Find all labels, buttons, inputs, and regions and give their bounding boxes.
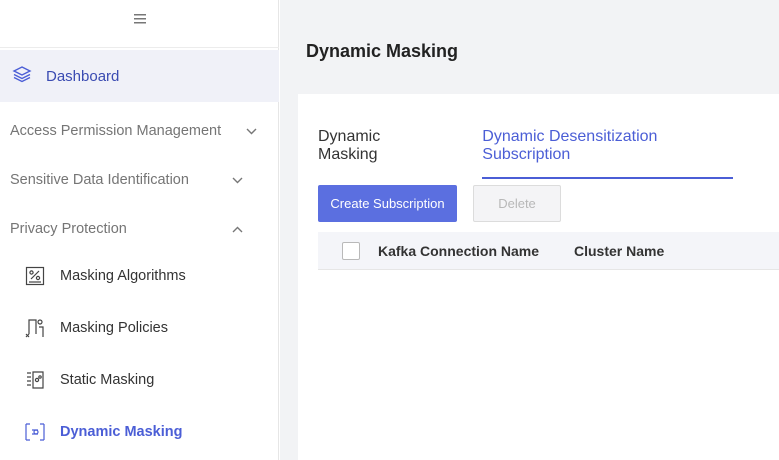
layers-icon bbox=[12, 64, 32, 88]
static-masking-icon bbox=[24, 369, 46, 391]
sidebar-item-label: Dashboard bbox=[46, 67, 120, 85]
tab-dynamic-masking[interactable]: Dynamic Masking bbox=[318, 128, 436, 179]
sidebar-item-label: Dynamic Masking bbox=[60, 424, 183, 440]
sidebar-item-dashboard[interactable]: Dashboard bbox=[0, 50, 279, 102]
tab-dynamic-desensitization-subscription[interactable]: Dynamic Desensitization Subscription bbox=[482, 128, 733, 179]
sidebar-item-dynamic-masking[interactable]: Dynamic Masking bbox=[0, 406, 279, 458]
sidebar-item-label: Static Masking bbox=[60, 372, 155, 388]
dynamic-masking-icon bbox=[24, 421, 46, 443]
sidebar: Dashboard Access Permission Management S… bbox=[0, 0, 279, 460]
create-subscription-button[interactable]: Create Subscription bbox=[318, 185, 457, 222]
table-header: Kafka Connection Name Cluster Name bbox=[318, 232, 779, 270]
column-header-cluster-name[interactable]: Cluster Name bbox=[574, 243, 664, 259]
sidebar-toggle[interactable] bbox=[0, 0, 279, 48]
chevron-up-icon bbox=[232, 221, 243, 237]
sidebar-item-label: Masking Algorithms bbox=[60, 268, 186, 284]
sidebar-item-masking-algorithms[interactable]: Masking Algorithms bbox=[0, 250, 279, 302]
column-header-kafka-connection-name[interactable]: Kafka Connection Name bbox=[378, 243, 574, 259]
tab-bar: Dynamic Masking Dynamic Desensitization … bbox=[318, 128, 779, 179]
sidebar-group-sensitive-data[interactable]: Sensitive Data Identification bbox=[0, 155, 279, 205]
hamburger-icon[interactable] bbox=[133, 14, 146, 24]
sidebar-group-privacy-protection[interactable]: Privacy Protection bbox=[0, 204, 279, 254]
main-content: Dynamic Masking Dynamic Masking Dynamic … bbox=[280, 0, 779, 460]
sidebar-group-access-permission[interactable]: Access Permission Management bbox=[0, 106, 279, 156]
sidebar-group-label: Sensitive Data Identification bbox=[10, 172, 189, 188]
chevron-down-icon bbox=[246, 123, 257, 139]
content-card: Dynamic Masking Dynamic Desensitization … bbox=[298, 94, 779, 460]
percent-icon bbox=[24, 265, 46, 287]
sidebar-item-static-masking[interactable]: Static Masking bbox=[0, 354, 279, 406]
sidebar-group-label: Privacy Protection bbox=[10, 221, 127, 237]
sidebar-item-label: Masking Policies bbox=[60, 320, 168, 336]
select-all-checkbox[interactable] bbox=[342, 241, 360, 260]
policy-icon bbox=[24, 317, 46, 339]
sidebar-group-label: Access Permission Management bbox=[10, 123, 222, 139]
page-title: Dynamic Masking bbox=[306, 41, 459, 61]
chevron-down-icon bbox=[232, 172, 243, 188]
delete-button[interactable]: Delete bbox=[473, 185, 561, 222]
sidebar-item-masking-policies[interactable]: Masking Policies bbox=[0, 302, 279, 354]
